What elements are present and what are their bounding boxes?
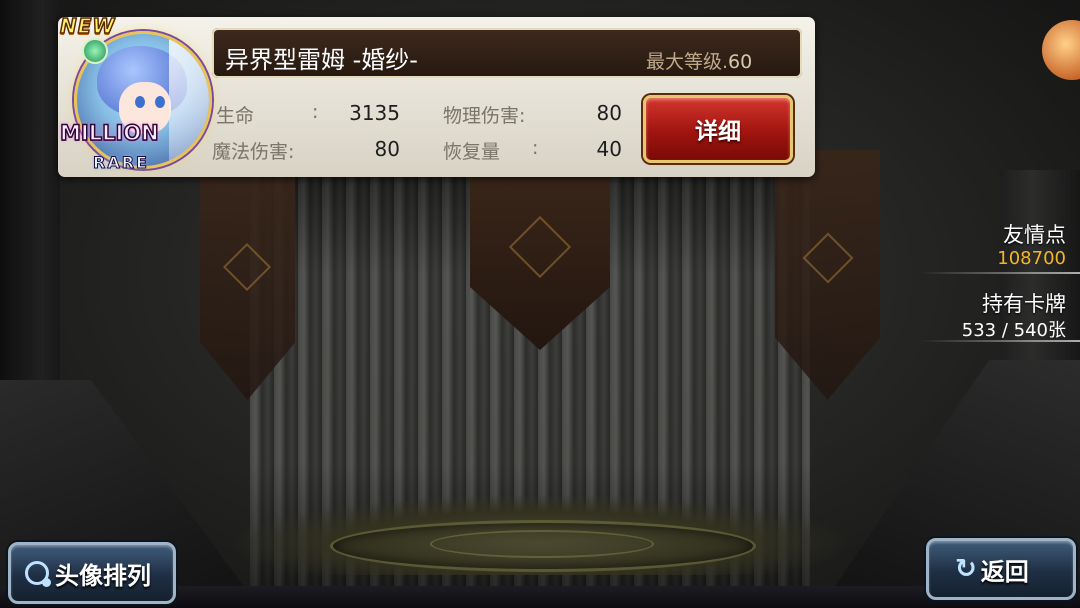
avatar-sort-label: 头像排列 [55, 561, 151, 590]
heal-label: 恢复量 [443, 141, 501, 163]
hp-value: 3135 [349, 101, 400, 125]
card-name: 异界型雷姆 -婚纱- [225, 46, 418, 74]
max-level: 最大等级.60 [646, 47, 752, 74]
hp-label: 生命 [216, 105, 255, 127]
new-badge: NEW [59, 13, 116, 39]
sort-icon [25, 561, 51, 587]
magic-damage-value: 80 [374, 137, 400, 161]
magic-damage-label: 魔法伤害: [212, 141, 295, 163]
stat-separator: : [532, 137, 539, 159]
stage-ring [430, 530, 654, 558]
back-arrow-icon: ↻ [955, 554, 977, 584]
back-label: 返回 [980, 557, 1029, 586]
detail-button-label: 详细 [695, 119, 741, 145]
heart-icon [82, 38, 108, 64]
max-level-label: 最大等级. [646, 51, 729, 73]
detail-button[interactable]: 详细 [643, 95, 793, 163]
divider [920, 340, 1080, 342]
heal-value: 40 [596, 137, 622, 161]
friend-points-value: 108700 [997, 248, 1066, 269]
friend-points-label: 友情点 [1003, 223, 1066, 247]
physical-damage-label: 物理伤害: [443, 105, 526, 127]
physical-damage-value: 80 [596, 101, 622, 125]
stat-separator: : [312, 101, 319, 123]
owned-cards-value: 533 / 540张 [961, 320, 1066, 341]
rarity-label-bottom: RARE [93, 153, 149, 173]
rarity-label-top: MILLION [59, 120, 159, 146]
back-button[interactable]: ↻ 返回 [926, 538, 1076, 600]
divider [920, 272, 1080, 274]
owned-cards-label: 持有卡牌 [982, 292, 1066, 316]
max-level-value: 60 [728, 51, 753, 73]
avatar-sort-button[interactable]: 头像排列 [8, 542, 176, 604]
